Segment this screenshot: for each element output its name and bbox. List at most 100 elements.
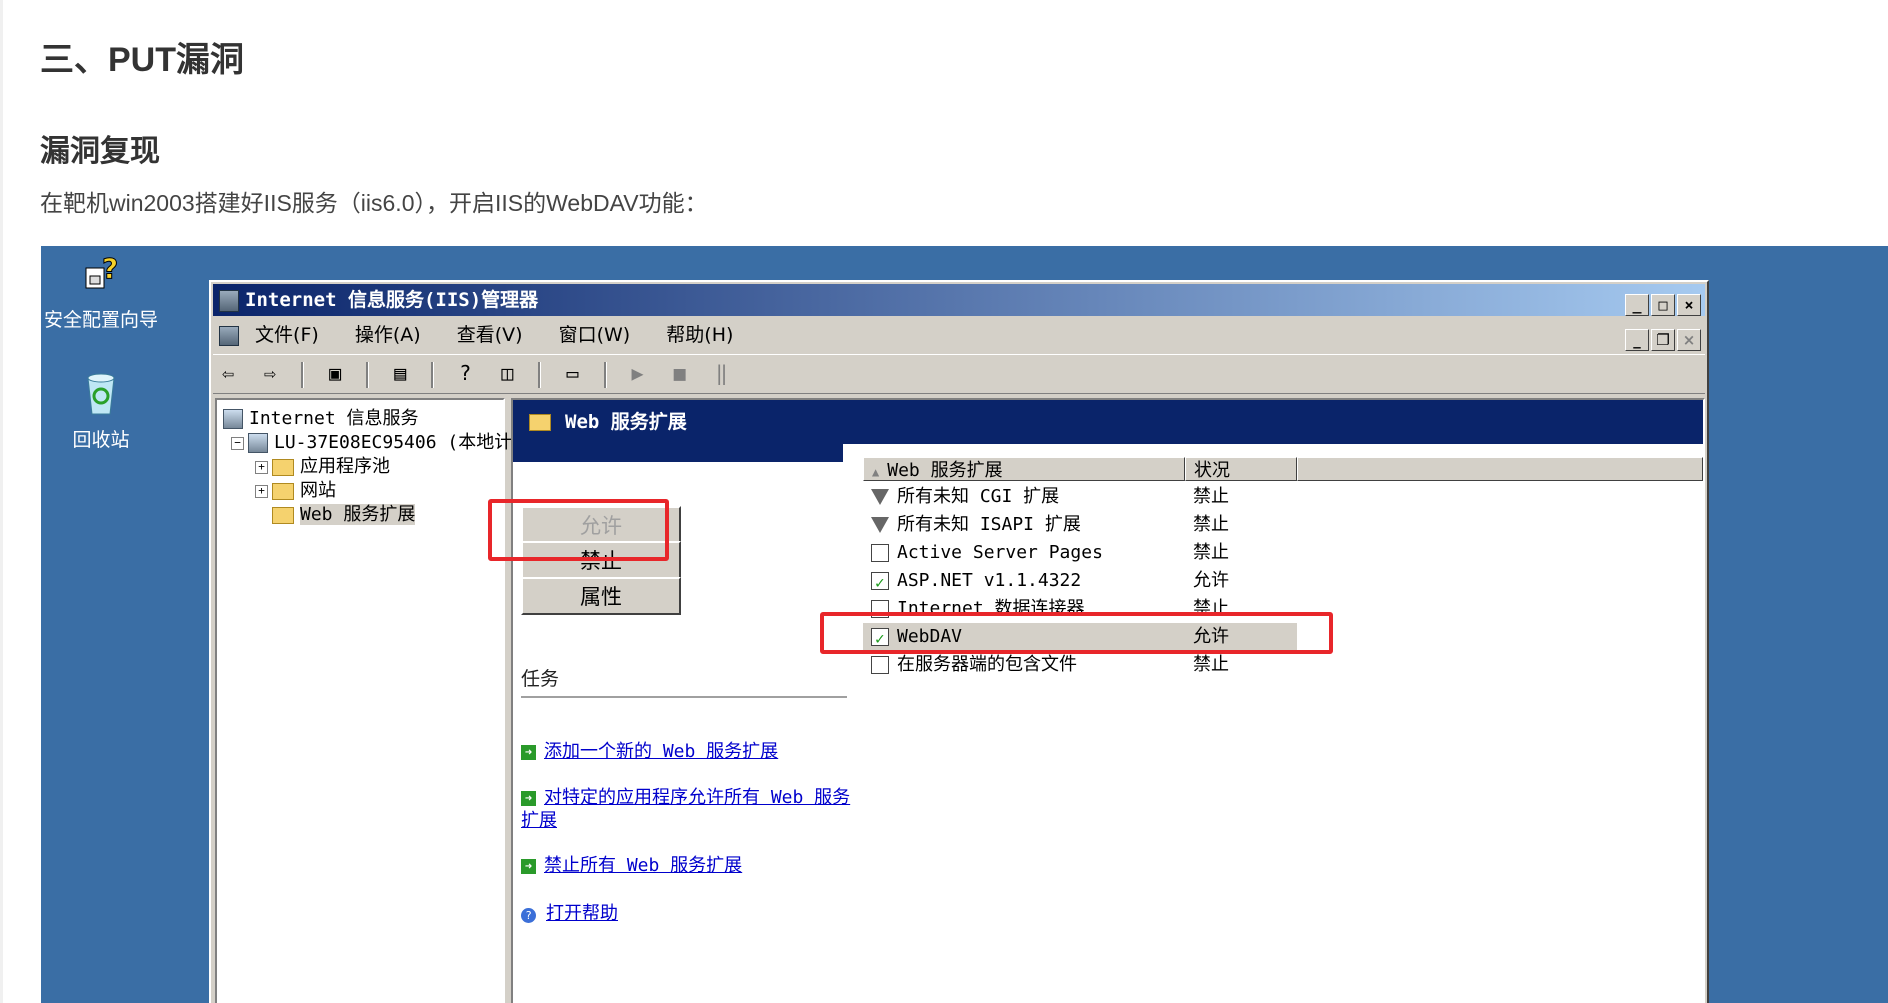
menu-window[interactable]: 窗口(W): [559, 319, 631, 351]
menu-help[interactable]: 帮助(H): [666, 319, 733, 351]
expand-icon[interactable]: +: [255, 484, 268, 498]
list-header: ▲ Web 服务扩展 状况: [863, 457, 1703, 483]
properties-button[interactable]: 属性: [521, 577, 681, 615]
filter-icon: [871, 489, 889, 505]
tree-item-web-service-extensions[interactable]: Web 服务扩展: [272, 500, 416, 526]
task-label: 对特定的应用程序允许所有 Web 服务扩展: [521, 787, 851, 831]
folder-icon: [272, 506, 294, 524]
tree-item-label: 网站: [300, 480, 336, 501]
computer-icon[interactable]: ▭: [557, 355, 587, 391]
extension-status: 允许: [1193, 570, 1229, 591]
list-item[interactable]: 所有未知 CGI 扩展 禁止: [863, 483, 1283, 511]
expand-icon[interactable]: +: [255, 460, 268, 474]
menu-view[interactable]: 查看(V): [457, 319, 523, 351]
highlight-allow-button: [488, 499, 669, 561]
minimize-button[interactable]: _: [1625, 294, 1649, 316]
extension-name: 所有未知 CGI 扩展: [897, 486, 1060, 507]
pause-icon[interactable]: ‖: [707, 355, 737, 391]
security-wizard-icon: ?: [85, 252, 119, 289]
export-list-icon[interactable]: ▤: [385, 355, 415, 391]
tree-root-label: Internet 信息服务: [249, 408, 419, 429]
task-deny-all[interactable]: ➜ 禁止所有 Web 服务扩展: [521, 854, 851, 877]
folder-icon: [272, 482, 294, 500]
close-button[interactable]: ×: [1677, 294, 1701, 316]
menu-bar: 文件(F) 操作(A) 查看(V) 窗口(W) 帮助(H) _ ❐ ×: [213, 319, 1705, 351]
tasks-header-band: [513, 444, 843, 462]
task-open-help[interactable]: ? 打开帮助: [521, 902, 851, 925]
tree-item-app-pools[interactable]: + 应用程序池: [255, 452, 390, 478]
highlight-webdav-row: [820, 612, 1333, 654]
task-label: 禁止所有 Web 服务扩展: [544, 855, 743, 876]
window-title: Internet 信息服务(IIS)管理器: [245, 289, 539, 311]
extension-status: 禁止: [1193, 486, 1229, 507]
tree-item-websites[interactable]: + 网站: [255, 476, 336, 502]
tasks-title: 任务: [521, 668, 560, 690]
extension-name: 在服务器端的包含文件: [897, 654, 1077, 675]
toolbar-separator: [603, 361, 607, 388]
folder-icon: [272, 458, 294, 476]
task-allow-for-app[interactable]: ➜ 对特定的应用程序允许所有 Web 服务扩展: [521, 786, 851, 832]
task-add-extension[interactable]: ➜ 添加一个新的 Web 服务扩展: [521, 740, 851, 763]
maximize-button[interactable]: □: [1651, 294, 1675, 316]
menu-action[interactable]: 操作(A): [355, 319, 421, 351]
show-tree-icon[interactable]: ▣: [320, 355, 350, 391]
extension-status: 禁止: [1193, 514, 1229, 535]
action-pane-icon[interactable]: ◫: [492, 355, 522, 391]
subsection-heading: 漏洞复现: [40, 135, 160, 168]
allowed-doc-icon: [871, 569, 889, 597]
help-icon[interactable]: ?: [450, 355, 480, 391]
doc-icon: [871, 656, 889, 674]
forward-arrow-icon[interactable]: ⇨: [255, 355, 285, 391]
caption-buttons: _ □ ×: [1623, 288, 1701, 320]
list-item[interactable]: 在服务器端的包含文件 禁止: [863, 651, 1283, 679]
list-item[interactable]: Active Server Pages 禁止: [863, 539, 1283, 567]
left-rule: [0, 0, 3, 1003]
desktop-icon-recycle-bin[interactable]: 回收站: [41, 372, 161, 452]
child-restore-button[interactable]: ❐: [1651, 329, 1675, 351]
tree-server-node[interactable]: − LU-37E08EC95406 (本地计: [231, 428, 512, 454]
extension-status: 禁止: [1193, 654, 1229, 675]
list-item[interactable]: ASP.NET v1.1.4322 允许: [863, 567, 1283, 597]
menu-file[interactable]: 文件(F): [255, 319, 319, 351]
filter-icon: [871, 517, 889, 533]
desktop-icon-security-wizard[interactable]: ? 安全配置向导: [41, 252, 161, 332]
extension-name: 所有未知 ISAPI 扩展: [897, 514, 1081, 535]
embedded-screenshot: ? 安全配置向导 回收站 Internet 信息服务(IIS)管理器 _ □ × 文…: [41, 246, 1888, 1003]
task-label: 打开帮助: [546, 903, 618, 924]
navigation-tree: Internet 信息服务 − LU-37E08EC95406 (本地计 + 应用程…: [215, 398, 512, 1003]
column-header-status[interactable]: 状况: [1185, 457, 1297, 481]
desktop-icon-label: 安全配置向导: [43, 309, 158, 331]
tree-server-label: LU-37E08EC95406 (本地计: [274, 432, 513, 453]
toolbar-separator: [538, 361, 542, 388]
server-icon: [248, 433, 268, 453]
help-icon: ?: [521, 908, 536, 923]
extension-name: ASP.NET v1.1.4322: [897, 570, 1082, 591]
stop-icon[interactable]: ■: [665, 355, 695, 391]
child-close-button[interactable]: ×: [1677, 329, 1701, 351]
column-header-name[interactable]: ▲ Web 服务扩展: [863, 457, 1185, 481]
recycle-bin-icon: [87, 373, 115, 415]
list-item[interactable]: 所有未知 ISAPI 扩展 禁止: [863, 511, 1283, 539]
content-pane: Web 服务扩展 允许 禁止 属性 任务 ➜ 添加一个新的 Web 服务扩展 ➜ 对…: [511, 398, 1705, 1003]
tree-root[interactable]: Internet 信息服务: [223, 404, 419, 430]
back-arrow-icon[interactable]: ⇦: [213, 355, 243, 391]
collapse-icon[interactable]: −: [231, 436, 244, 450]
svg-text:?: ?: [102, 254, 118, 285]
iis-app-icon: [219, 289, 239, 312]
section-heading: 三、PUT漏洞: [40, 41, 244, 79]
play-icon[interactable]: ▶: [623, 355, 653, 391]
task-label: 添加一个新的 Web 服务扩展: [544, 741, 779, 762]
toolbar-separator: [431, 361, 435, 388]
sort-indicator-icon: ▲: [872, 465, 880, 479]
extensions-list: ▲ Web 服务扩展 状况 所有未知 CGI 扩展 禁止 所有未知 ISAPI 扩…: [863, 457, 1703, 1003]
extension-status: 禁止: [1193, 542, 1229, 563]
mmc-doc-icon[interactable]: [219, 325, 239, 346]
toolbar: ⇦ ⇨ ▣ ▤ ? ◫ ▭ ▶ ■ ‖: [213, 354, 1705, 394]
tree-item-label: Web 服务扩展: [300, 504, 416, 525]
column-header-label: Web 服务扩展: [887, 460, 1003, 481]
intro-paragraph: 在靶机win2003搭建好IIS服务（iis6.0），开启IIS的WebDAV功…: [40, 190, 708, 216]
child-minimize-button[interactable]: _: [1625, 329, 1649, 351]
column-header-label: 状况: [1194, 460, 1230, 481]
arrow-right-icon: ➜: [521, 859, 536, 874]
window-titlebar[interactable]: Internet 信息服务(IIS)管理器 _ □ ×: [213, 284, 1705, 316]
